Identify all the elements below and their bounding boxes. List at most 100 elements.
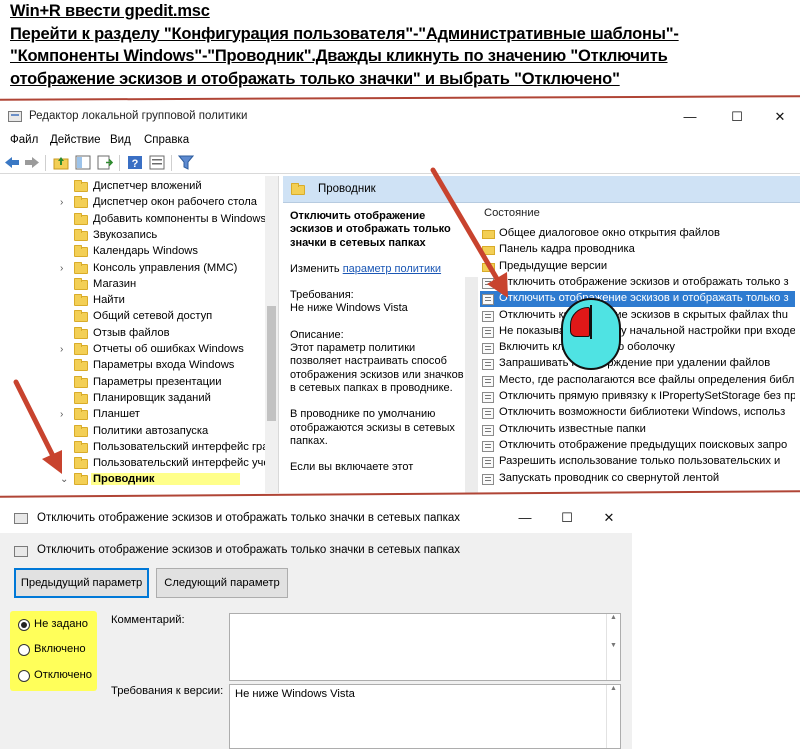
maximize-button[interactable]: ☐	[722, 107, 752, 127]
list-item-label: Предыдущие версии	[499, 259, 608, 272]
tree-item[interactable]: Пользовательский интерфейс гра	[0, 440, 268, 456]
list-item[interactable]: Разрешить использование только пользоват…	[480, 454, 795, 470]
tree-item-explorer[interactable]: ⌄ Проводник	[0, 472, 265, 488]
tree-chevron[interactable]: ›	[60, 197, 63, 208]
tree-item[interactable]: Диспетчер вложений	[0, 179, 265, 195]
list-item[interactable]: Панель кадра проводника	[480, 242, 795, 258]
folder-icon	[482, 230, 495, 239]
tree-item[interactable]: › Отчеты об ошибках Windows	[0, 342, 265, 358]
list-item[interactable]: Отключить возможности библиотеки Windows…	[480, 405, 795, 421]
tree-item[interactable]: Добавить компоненты в Windows	[0, 212, 267, 228]
folder-up-icon[interactable]	[53, 155, 69, 170]
tree-scrollbar-thumb[interactable]	[267, 306, 276, 421]
tree-item-label: Планшет	[93, 408, 140, 421]
close-button[interactable]: ✕	[765, 107, 795, 127]
next-setting-button[interactable]: Следующий параметр	[156, 568, 288, 598]
folder-icon	[74, 473, 88, 486]
forward-arrow-icon[interactable]	[24, 155, 40, 170]
tree-item-label: Общий сетевой доступ	[93, 310, 213, 323]
list-item[interactable]: Предыдущие версии	[480, 259, 795, 275]
show-hide-tree-icon[interactable]	[75, 155, 91, 170]
list-item[interactable]: Место, где располагаются все файлы опред…	[480, 373, 795, 389]
menu-file[interactable]: Файл	[10, 134, 38, 146]
console-icon[interactable]	[149, 155, 165, 170]
tree-chevron[interactable]: ⌄	[60, 474, 68, 485]
tree-item-label: Найти	[93, 294, 125, 307]
tree-item[interactable]: Параметры входа Windows	[0, 358, 265, 374]
dialog-title-bar: Отключить отображение эскизов и отобража…	[0, 503, 632, 533]
requirements-scrollbar[interactable]: ▲	[606, 685, 620, 748]
radio-label: Включено	[34, 643, 86, 655]
tree-item[interactable]: Звукозапись	[0, 228, 265, 244]
policy-dialog: Отключить отображение эскизов и отобража…	[0, 503, 632, 749]
instruction-line: Win+R ввести gpedit.msc	[10, 2, 210, 20]
tree-item[interactable]: Планировщик заданий	[0, 391, 265, 407]
list-item[interactable]: Отключить известные папки	[480, 422, 795, 438]
list-item[interactable]: Запрашивать подтверждение при удалении ф…	[480, 356, 795, 372]
list-column-header[interactable]: Состояние	[484, 207, 540, 219]
tree-chevron[interactable]: ›	[60, 409, 63, 420]
tree-item[interactable]: Отзыв файлов	[0, 326, 265, 342]
maximize-button[interactable]: ☐	[552, 508, 582, 528]
folder-icon	[74, 261, 88, 274]
edit-prefix: Изменить	[290, 262, 340, 275]
tree-item[interactable]: Найти	[0, 293, 265, 309]
back-arrow-icon[interactable]	[4, 155, 20, 170]
list-item[interactable]: Не показывать страницу начальной настрой…	[480, 324, 795, 340]
policy-setting-icon	[482, 408, 494, 420]
list-item[interactable]: Общее диалоговое окно открытия файлов	[480, 226, 795, 242]
minimize-button[interactable]: —	[510, 508, 540, 528]
tree-item[interactable]: Политики автозапуска	[0, 424, 265, 440]
tree-item[interactable]: Магазин	[0, 277, 265, 293]
menu-action[interactable]: Действие	[50, 134, 101, 146]
tree-item[interactable]: Общий сетевой доступ	[0, 309, 265, 325]
tree-item[interactable]: › Планшет	[0, 407, 265, 423]
menu-view[interactable]: Вид	[110, 134, 131, 146]
tree-item[interactable]: Календарь Windows	[0, 244, 265, 260]
minimize-button[interactable]: —	[675, 107, 705, 127]
radio-button[interactable]	[18, 670, 30, 682]
tree-item[interactable]: Параметры презентации	[0, 375, 265, 391]
help-icon[interactable]: ?	[127, 155, 143, 170]
tree-chevron[interactable]: ›	[60, 263, 63, 274]
menu-help[interactable]: Справка	[144, 134, 189, 146]
tree-scrollbar[interactable]	[265, 176, 278, 493]
gpedit-title-bar: Редактор локальной групповой политики — …	[0, 103, 800, 130]
menu-bar: Файл Действие Вид Справка	[0, 130, 800, 150]
cut-text: Если вы включаете этот	[290, 461, 414, 474]
list-item[interactable]: Отключить прямую привязку к IPropertySet…	[480, 389, 795, 405]
list-item[interactable]: Отключить отображение эскизов и отобража…	[480, 275, 795, 291]
comment-scrollbar[interactable]: ▲ ▼	[606, 614, 620, 680]
tree-item-label: Пользовательский интерфейс уче	[93, 457, 270, 470]
radio-button[interactable]	[18, 619, 30, 631]
policy-setting-icon	[482, 294, 494, 306]
list-item[interactable]: Запускать проводник со свернутой лентой	[480, 471, 795, 487]
tree-item[interactable]: Пользовательский интерфейс уче	[0, 456, 270, 472]
tree-item-label: Звукозапись	[93, 228, 158, 241]
tree-item-label: Отчеты об ошибках Windows	[93, 343, 244, 355]
comment-textarea[interactable]: ▲ ▼	[229, 613, 621, 681]
close-button[interactable]: ✕	[594, 508, 624, 528]
list-item[interactable]: Включить классическую оболочку	[480, 340, 795, 356]
list-item-label: Отключить кэширование эскизов в скрытых …	[499, 308, 788, 321]
tree-item-label: Добавить компоненты в Windows	[93, 212, 267, 225]
filter-icon[interactable]	[178, 155, 194, 170]
radio-button[interactable]	[18, 644, 30, 656]
folder-icon	[74, 294, 88, 307]
requirements-value: Не ниже Windows Vista	[290, 302, 408, 315]
list-item-selected[interactable]: Отключить отображение эскизов и отобража…	[480, 291, 795, 308]
tree-item[interactable]: › Диспетчер окон рабочего стола	[0, 195, 265, 211]
tree-item[interactable]: › Консоль управления (MMC)	[0, 261, 265, 277]
edit-policy-link[interactable]: параметр политики	[343, 263, 441, 275]
tree-chevron[interactable]: ›	[60, 344, 63, 355]
export-icon[interactable]	[97, 155, 113, 170]
previous-setting-button[interactable]: Предыдущий параметр	[14, 568, 149, 598]
requirements-box: Не ниже Windows Vista ▲	[229, 684, 621, 749]
radio-label: Не задано	[34, 618, 88, 630]
tree-item-label: Консоль управления (MMC)	[93, 261, 238, 274]
list-item[interactable]: Отключить кэширование эскизов в скрытых …	[480, 308, 795, 324]
list-item[interactable]: Отключить отображение предыдущих поисков…	[480, 438, 795, 454]
